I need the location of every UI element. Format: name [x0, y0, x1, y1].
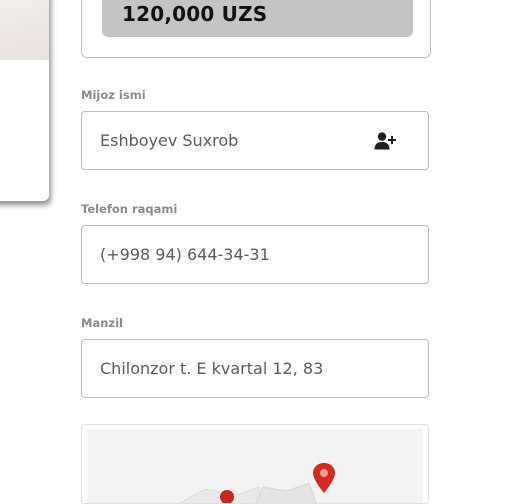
customer-name-label: Mijoz ismi: [81, 88, 146, 102]
product-card: [0, 0, 49, 201]
product-image: [0, 0, 49, 60]
phone-value: (+998 94) 644-34-31: [100, 245, 270, 264]
add-user-icon[interactable]: [374, 132, 396, 150]
address-value: Chilonzor t. E kvartal 12, 83: [100, 359, 324, 378]
map-pin-icon: [313, 463, 335, 493]
map-preview[interactable]: [87, 429, 423, 503]
phone-field[interactable]: (+998 94) 644-34-31: [81, 225, 429, 284]
order-total-amount: 120,000 UZS: [102, 0, 413, 37]
address-field[interactable]: Chilonzor t. E kvartal 12, 83: [81, 339, 429, 398]
order-total-box: 120,000 UZS: [81, 0, 431, 58]
customer-name-value: Eshboyev Suxrob: [100, 131, 239, 150]
map-pin-small-icon: [220, 490, 234, 503]
address-label: Manzil: [81, 316, 123, 330]
customer-name-field[interactable]: Eshboyev Suxrob: [81, 111, 429, 170]
map-card[interactable]: [81, 424, 429, 504]
phone-label: Telefon raqami: [81, 202, 178, 216]
map-illustration: [179, 463, 335, 503]
